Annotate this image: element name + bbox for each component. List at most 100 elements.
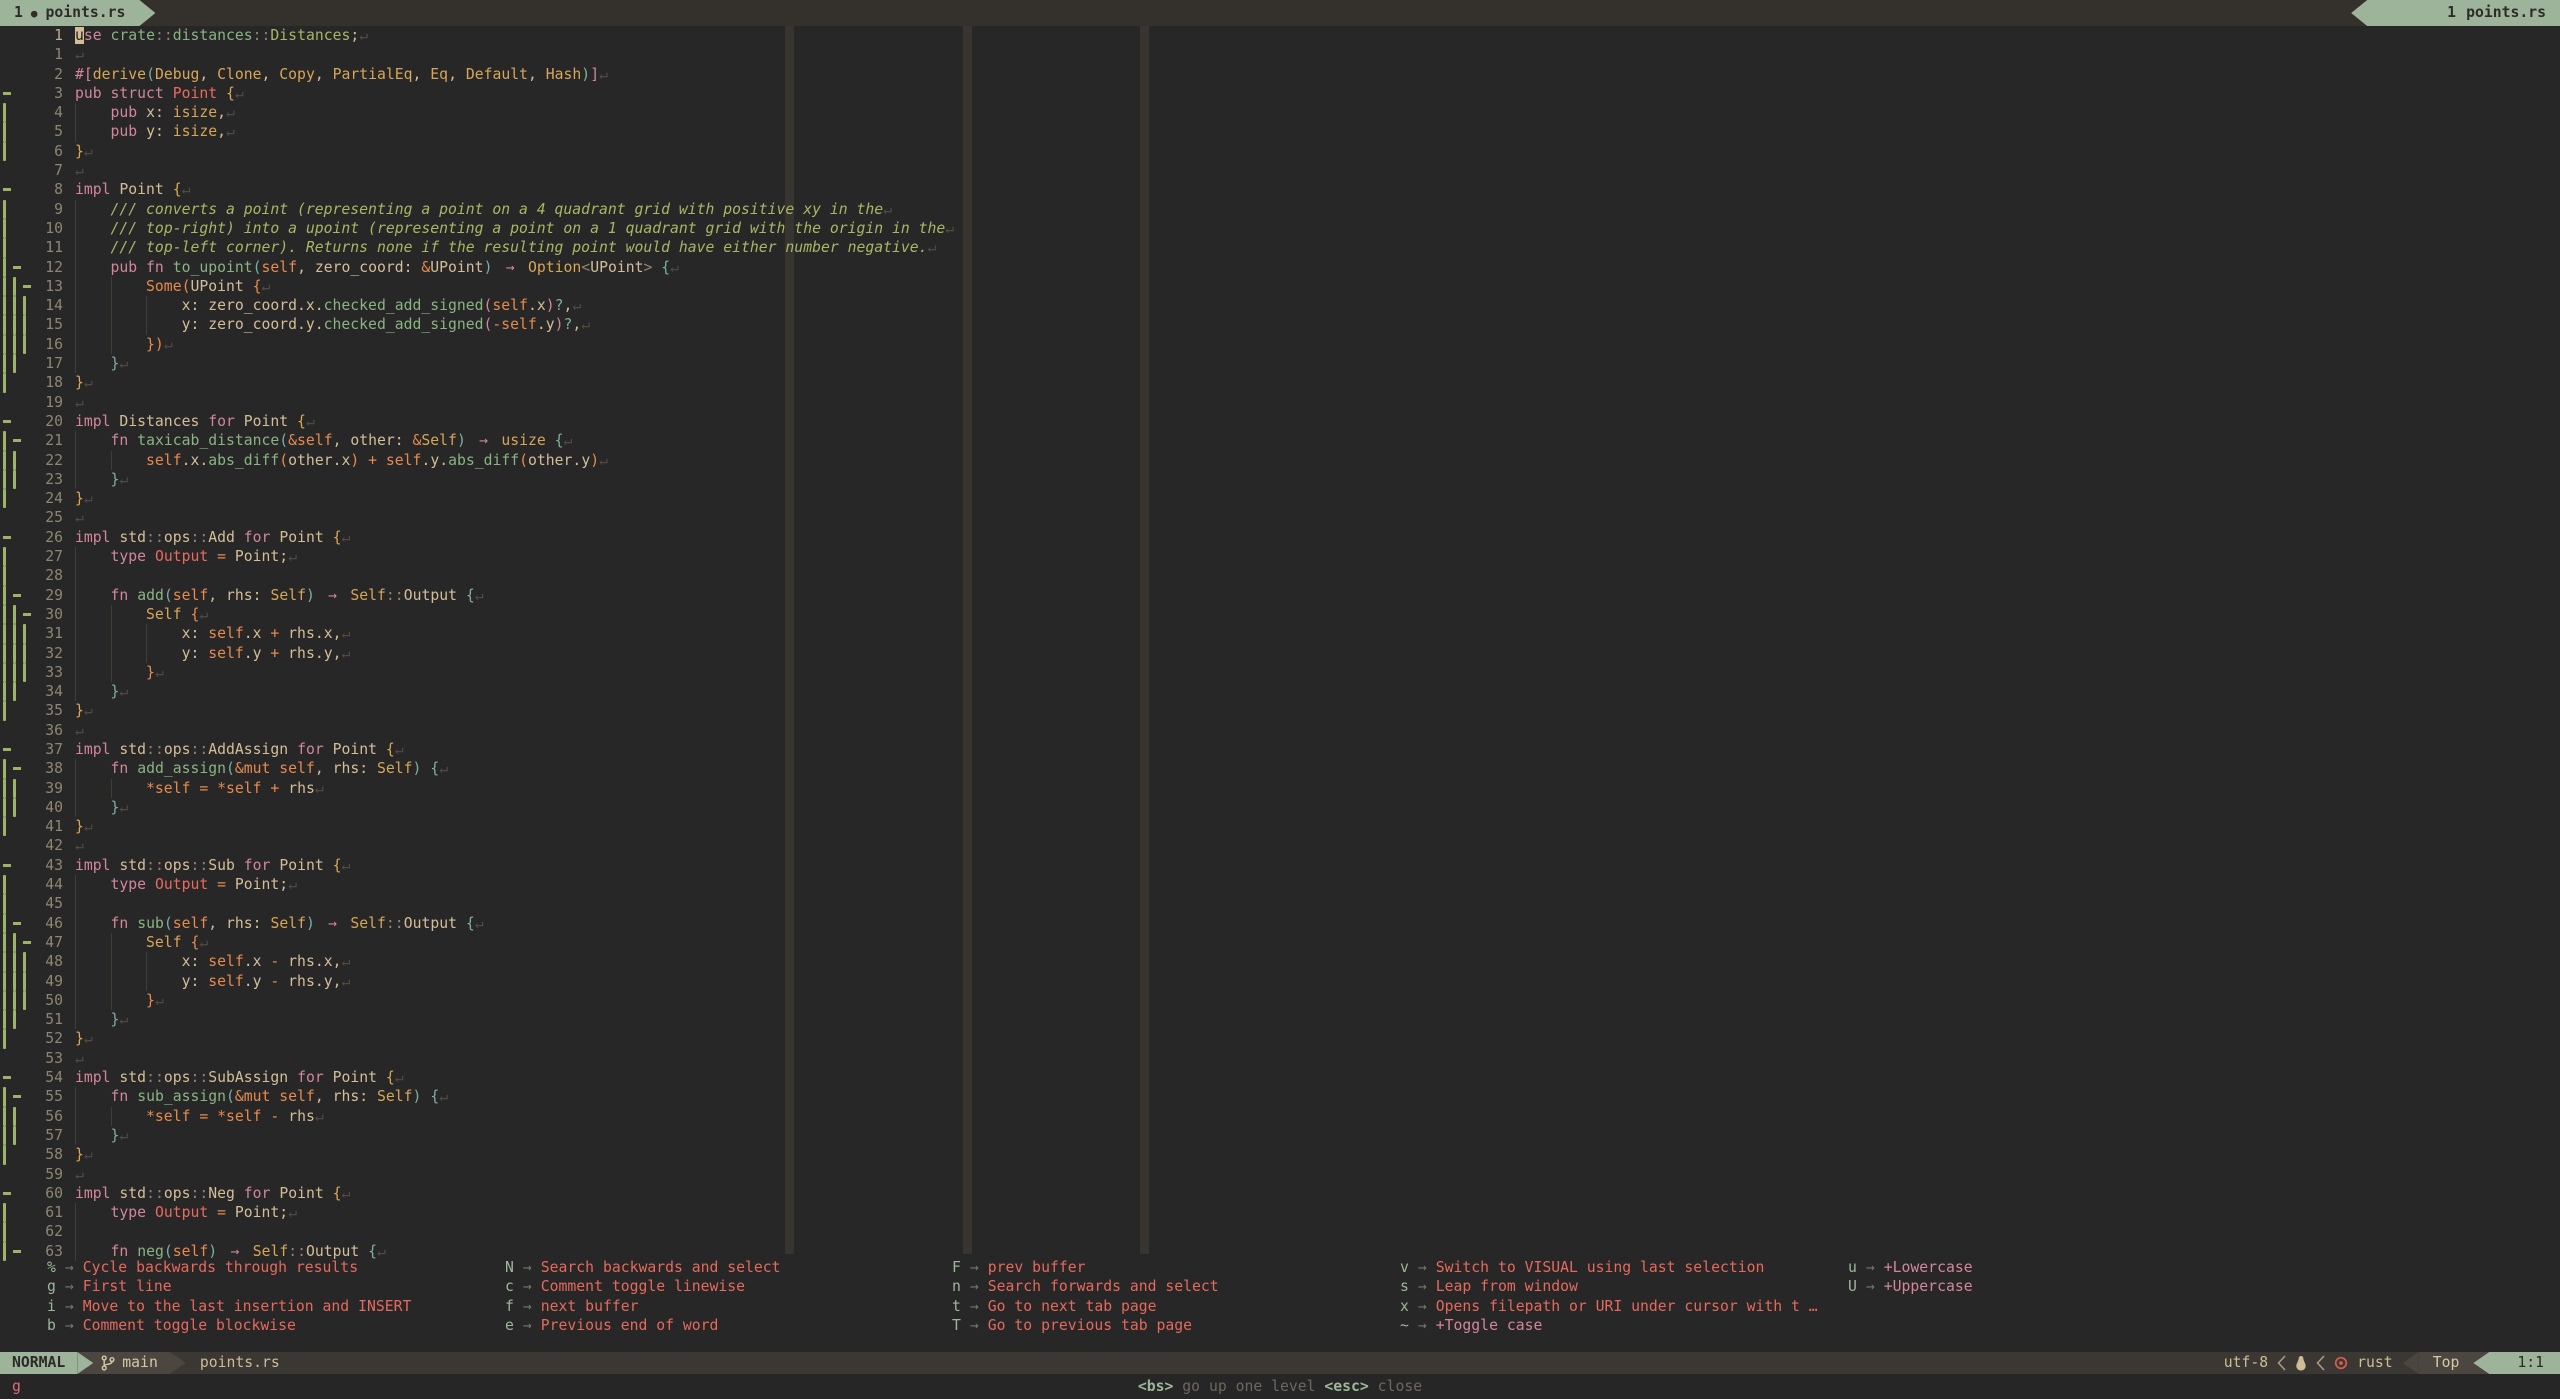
code-line[interactable]: 14 x: zero_coord.x.checked_add_signed(se… xyxy=(0,296,2560,316)
tabpage-tab[interactable]: 1 points.rs xyxy=(2351,0,2560,26)
code-line[interactable]: 34 }↵ xyxy=(0,682,2560,702)
code-line[interactable]: 54 impl std::ops::SubAssign for Point {↵ xyxy=(0,1068,2560,1087)
whichkey-item[interactable]: e → Previous end of word xyxy=(505,1316,781,1335)
code-text: x: zero_coord.x.checked_add_signed(self.… xyxy=(75,297,582,315)
code-line[interactable]: 25 ↵ xyxy=(0,508,2560,527)
code-line[interactable]: 3 pub struct Point {↵ xyxy=(0,84,2560,103)
code-line[interactable]: 29 fn add(self, rhs: Self) → Self::Outpu… xyxy=(0,585,2560,605)
code-line[interactable]: 15 y: zero_coord.y.checked_add_signed(-s… xyxy=(0,315,2560,335)
code-line[interactable]: 39 *self = *self + rhs↵ xyxy=(0,778,2560,798)
code-line[interactable]: 47 Self {↵ xyxy=(0,932,2560,953)
code-line[interactable]: 59 ↵ xyxy=(0,1165,2560,1184)
code-line[interactable]: 38 fn add_assign(&mut self, rhs: Self) {… xyxy=(0,759,2560,779)
code-line[interactable]: 17 }↵ xyxy=(0,354,2560,374)
whichkey-key: c xyxy=(505,1278,514,1296)
code-line[interactable]: 1 use crate::distances::Distances;↵ xyxy=(0,26,2560,45)
code-line[interactable]: 32 y: self.y + rhs.y,↵ xyxy=(0,643,2560,663)
code-line[interactable]: 7 ↵ xyxy=(0,161,2560,180)
code-line[interactable]: 27 type Output = Point;↵ xyxy=(0,547,2560,567)
whichkey-item[interactable]: u → +Lowercase xyxy=(1848,1258,1973,1277)
code-line[interactable]: 46 fn sub(self, rhs: Self) → Self::Outpu… xyxy=(0,913,2560,933)
whichkey-item[interactable]: % → Cycle backwards through results xyxy=(47,1258,411,1277)
code-line[interactable]: 42 ↵ xyxy=(0,836,2560,855)
code-line[interactable]: 45 xyxy=(0,894,2560,914)
code-line[interactable]: 1 ↵ xyxy=(0,45,2560,64)
code-line[interactable]: 30 Self {↵ xyxy=(0,604,2560,625)
whichkey-item[interactable]: b → Comment toggle blockwise xyxy=(47,1316,411,1335)
code-line[interactable]: 40 }↵ xyxy=(0,797,2560,818)
line-number: 20 xyxy=(45,412,63,430)
code-line[interactable]: 55 fn sub_assign(&mut self, rhs: Self) {… xyxy=(0,1087,2560,1107)
powerline-separator xyxy=(2402,1352,2419,1374)
whichkey-item[interactable]: F → prev buffer xyxy=(952,1258,1219,1277)
whichkey-item[interactable]: N → Search backwards and select xyxy=(505,1258,781,1277)
whichkey-item[interactable]: c → Comment toggle linewise xyxy=(505,1277,781,1296)
eol-marker: ↵ xyxy=(474,586,484,604)
code-line[interactable]: 60 impl std::ops::Neg for Point {↵ xyxy=(0,1184,2560,1203)
code-line[interactable]: 13 Some(UPoint {↵ xyxy=(0,276,2560,297)
code-line[interactable]: 11 /// top-left corner). Returns none if… xyxy=(0,238,2560,258)
line-number: 41 xyxy=(45,818,63,836)
eol-marker: ↵ xyxy=(394,1069,404,1087)
code-line[interactable]: 9 /// converts a point (representing a p… xyxy=(0,199,2560,219)
code-line[interactable]: 56 *self = *self - rhs↵ xyxy=(0,1106,2560,1126)
whichkey-item[interactable]: x → Opens filepath or URI under cursor wit… xyxy=(1400,1297,1818,1316)
whichkey-item[interactable]: s → Leap from window xyxy=(1400,1277,1818,1296)
code-line[interactable]: 31 x: self.x + rhs.x,↵ xyxy=(0,624,2560,644)
code-line[interactable]: 6}↵ xyxy=(0,141,2560,162)
whichkey-column: v → Switch to VISUAL using last selection s… xyxy=(1400,1258,1818,1335)
code-line[interactable]: 5 pub y: isize,↵ xyxy=(0,122,2560,142)
code-line[interactable]: 51 }↵ xyxy=(0,1010,2560,1030)
whichkey-item[interactable]: n → Search forwards and select xyxy=(952,1277,1219,1296)
code-text: }↵ xyxy=(146,991,164,1009)
code-line[interactable]: 52}↵ xyxy=(0,1029,2560,1049)
whichkey-item[interactable]: t → Go to next tab page xyxy=(952,1297,1219,1316)
code-line[interactable]: 49 y: self.y - rhs.y,↵ xyxy=(0,971,2560,991)
code-line[interactable]: 57 }↵ xyxy=(0,1125,2560,1146)
code-line[interactable]: 36 ↵ xyxy=(0,721,2560,740)
code-line[interactable]: 21 fn taxicab_distance(&self, other: &Se… xyxy=(0,431,2560,451)
eol-marker: ↵ xyxy=(75,1049,84,1067)
code-line[interactable]: 19 ↵ xyxy=(0,393,2560,412)
code-line[interactable]: 50 }↵ xyxy=(0,990,2560,1011)
code-line[interactable]: 20 impl Distances for Point {↵ xyxy=(0,412,2560,431)
code-area[interactable]: 1 use crate::distances::Distances;↵ 1 ↵ 2 #[d… xyxy=(0,26,2560,1352)
code-line[interactable]: 53 ↵ xyxy=(0,1049,2560,1068)
code-line[interactable]: 4 pub x: isize,↵ xyxy=(0,103,2560,123)
whichkey-key: F xyxy=(952,1259,961,1276)
code-line[interactable]: 8 impl Point {↵ xyxy=(0,180,2560,199)
code-line[interactable]: 16 })↵ xyxy=(0,334,2560,355)
code-line[interactable]: 10 /// top-right) into a upoint (represe… xyxy=(0,218,2560,239)
code-line[interactable]: 62 xyxy=(0,1222,2560,1242)
whichkey-item[interactable]: i → Move to the last insertion and INSERT xyxy=(47,1297,411,1316)
code-line[interactable]: 44 type Output = Point;↵ xyxy=(0,875,2560,895)
code-line[interactable]: 43 impl std::ops::Sub for Point {↵ xyxy=(0,856,2560,875)
code-line[interactable]: 23 }↵ xyxy=(0,469,2560,490)
code-line[interactable]: 58}↵ xyxy=(0,1145,2560,1165)
code-line[interactable]: 35}↵ xyxy=(0,701,2560,721)
code-line[interactable]: 22 self.x.abs_diff(other.x) + self.y.abs… xyxy=(0,450,2560,470)
buffer-tab[interactable]: 1 ● points.rs xyxy=(0,0,155,26)
eol-marker: ↵ xyxy=(439,760,449,778)
code-line[interactable]: 28 xyxy=(0,566,2560,586)
code-line[interactable]: 24}↵ xyxy=(0,489,2560,509)
code-line[interactable]: 41}↵ xyxy=(0,817,2560,837)
arrow-right-icon: → xyxy=(969,1259,979,1276)
code-line[interactable]: 48 x: self.x - rhs.x,↵ xyxy=(0,952,2560,972)
code-line[interactable]: 18}↵ xyxy=(0,373,2560,393)
command-line[interactable]: g <bs> go up one level <esc> close xyxy=(0,1374,2560,1399)
whichkey-item[interactable]: g → First line xyxy=(47,1277,411,1296)
whichkey-item[interactable]: ~ → +Toggle case xyxy=(1400,1316,1818,1335)
code-line[interactable]: 26 impl std::ops::Add for Point {↵ xyxy=(0,528,2560,547)
code-line[interactable]: 12 pub fn to_upoint(self, zero_coord: &U… xyxy=(0,257,2560,277)
whichkey-item[interactable]: U → +Uppercase xyxy=(1848,1277,1973,1296)
code-line[interactable]: 37 impl std::ops::AddAssign for Point {↵ xyxy=(0,740,2560,759)
whichkey-item[interactable]: v → Switch to VISUAL using last selection xyxy=(1400,1258,1818,1277)
code-line[interactable]: 61 type Output = Point;↵ xyxy=(0,1203,2560,1223)
whichkey-item[interactable]: f → next buffer xyxy=(505,1297,781,1316)
eol-marker: ↵ xyxy=(119,1011,129,1029)
arrow-right-icon: → xyxy=(1417,1297,1427,1315)
whichkey-item[interactable]: T → Go to previous tab page xyxy=(952,1316,1219,1335)
code-line[interactable]: 33 }↵ xyxy=(0,662,2560,683)
code-line[interactable]: 2 #[derive(Debug, Clone, Copy, PartialEq,… xyxy=(0,65,2560,84)
